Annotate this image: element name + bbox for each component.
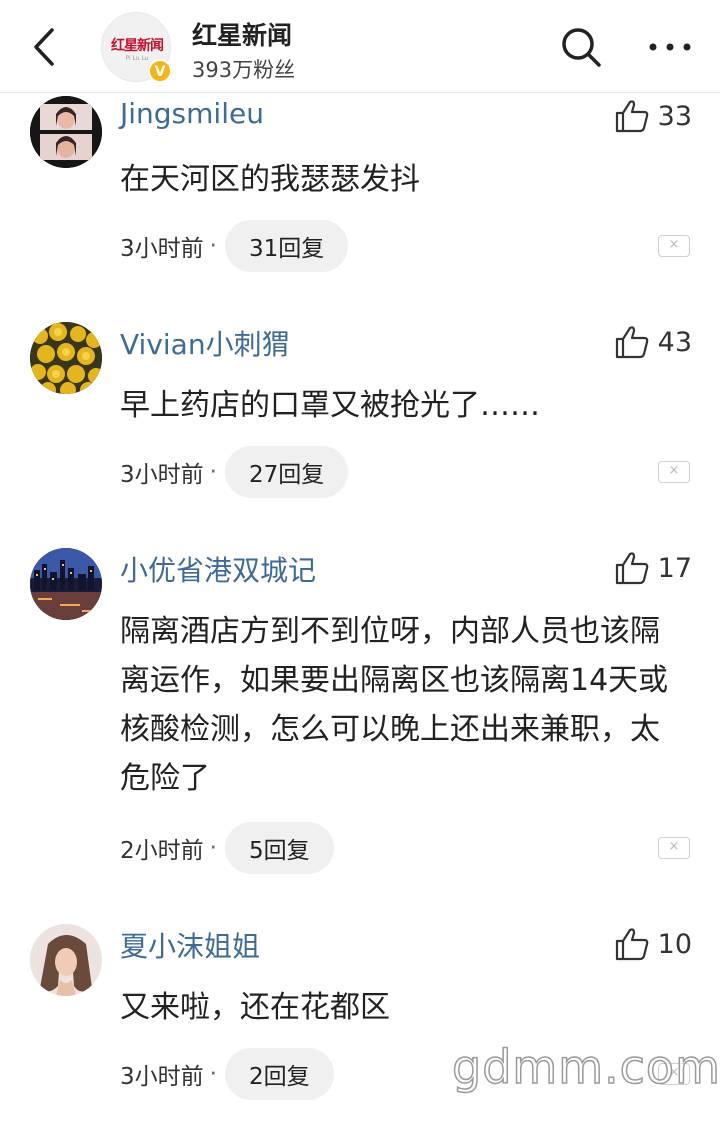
- comment-text: 隔离酒店方到不到位呀，内部人员也该隔离运作，如果要出隔离区也该隔离14天或核酸检…: [120, 614, 669, 796]
- comment-time: 2小时前: [120, 838, 204, 864]
- verified-badge-icon: V: [148, 59, 172, 83]
- comment-username[interactable]: 小优省港双城记: [120, 549, 316, 589]
- comment-username[interactable]: Jingsmileu: [120, 97, 264, 130]
- top-bar: 红星新闻 Pi Lu Lu V 红星新闻 393万粉丝: [0, 0, 720, 93]
- reply-count-button[interactable]: 27回复: [224, 446, 349, 498]
- more-button[interactable]: [648, 32, 692, 62]
- search-button[interactable]: [558, 24, 604, 70]
- like-count: 17: [657, 552, 692, 584]
- avatar-image: [30, 548, 102, 620]
- comment-meta: 2小时前 · 5回复: [120, 822, 334, 874]
- user-avatar[interactable]: [30, 322, 102, 394]
- comment-text: 早上药店的口罩又被抢光了……: [120, 388, 540, 423]
- like-count: 10: [657, 928, 692, 960]
- account-avatar[interactable]: 红星新闻 Pi Lu Lu V: [101, 12, 172, 83]
- user-avatar[interactable]: [30, 548, 102, 620]
- like-count: 43: [657, 326, 692, 358]
- separator-dot: ·: [209, 1061, 217, 1087]
- avatar-image: [30, 924, 102, 996]
- reply-count-button[interactable]: 31回复: [224, 220, 349, 272]
- reply-count-button[interactable]: 2回复: [224, 1048, 334, 1100]
- thumbs-up-icon: [615, 928, 648, 961]
- user-avatar[interactable]: [30, 924, 102, 996]
- separator-dot: ·: [209, 835, 217, 861]
- close-icon[interactable]: ×: [658, 837, 690, 859]
- comment-meta: 3小时前 · 2回复: [120, 1048, 334, 1100]
- comment-text: 在天河区的我瑟瑟发抖: [120, 162, 420, 197]
- comment-time: 3小时前: [120, 236, 204, 262]
- account-name[interactable]: 红星新闻: [192, 16, 292, 52]
- like-count: 33: [657, 100, 692, 132]
- comment-username[interactable]: 夏小沫姐姐: [120, 925, 260, 965]
- follower-count: 393万粉丝: [192, 58, 296, 82]
- avatar-image: [30, 322, 102, 394]
- separator-dot: ·: [209, 233, 217, 259]
- search-icon: [562, 28, 601, 67]
- like-button[interactable]: 43: [614, 322, 692, 362]
- comment-meta: 3小时前 · 27回复: [120, 446, 349, 498]
- like-button[interactable]: 10: [614, 924, 692, 964]
- thumbs-up-icon: [615, 552, 648, 585]
- separator-dot: ·: [209, 459, 217, 485]
- more-dots-icon: [649, 43, 691, 51]
- comment-time: 3小时前: [120, 462, 204, 488]
- user-avatar[interactable]: [30, 96, 102, 168]
- watermark: gdmm.com: [451, 1039, 720, 1095]
- back-button[interactable]: [24, 24, 64, 70]
- thumbs-up-icon: [615, 326, 648, 359]
- like-button[interactable]: 17: [614, 548, 692, 588]
- avatar-image: [30, 96, 102, 168]
- like-button[interactable]: 33: [614, 96, 692, 136]
- comment-meta: 3小时前 · 31回复: [120, 220, 349, 272]
- comment-username[interactable]: Vivian小刺猬: [120, 323, 290, 363]
- comment-time: 3小时前: [120, 1064, 204, 1090]
- logo-text: 红星新闻: [111, 38, 164, 54]
- close-icon[interactable]: ×: [658, 235, 690, 257]
- comment-text: 又来啦，还在花都区: [120, 990, 390, 1025]
- thumbs-up-icon: [615, 100, 648, 133]
- chevron-left-icon: [34, 28, 54, 66]
- close-icon[interactable]: ×: [658, 461, 690, 483]
- reply-count-button[interactable]: 5回复: [224, 822, 334, 874]
